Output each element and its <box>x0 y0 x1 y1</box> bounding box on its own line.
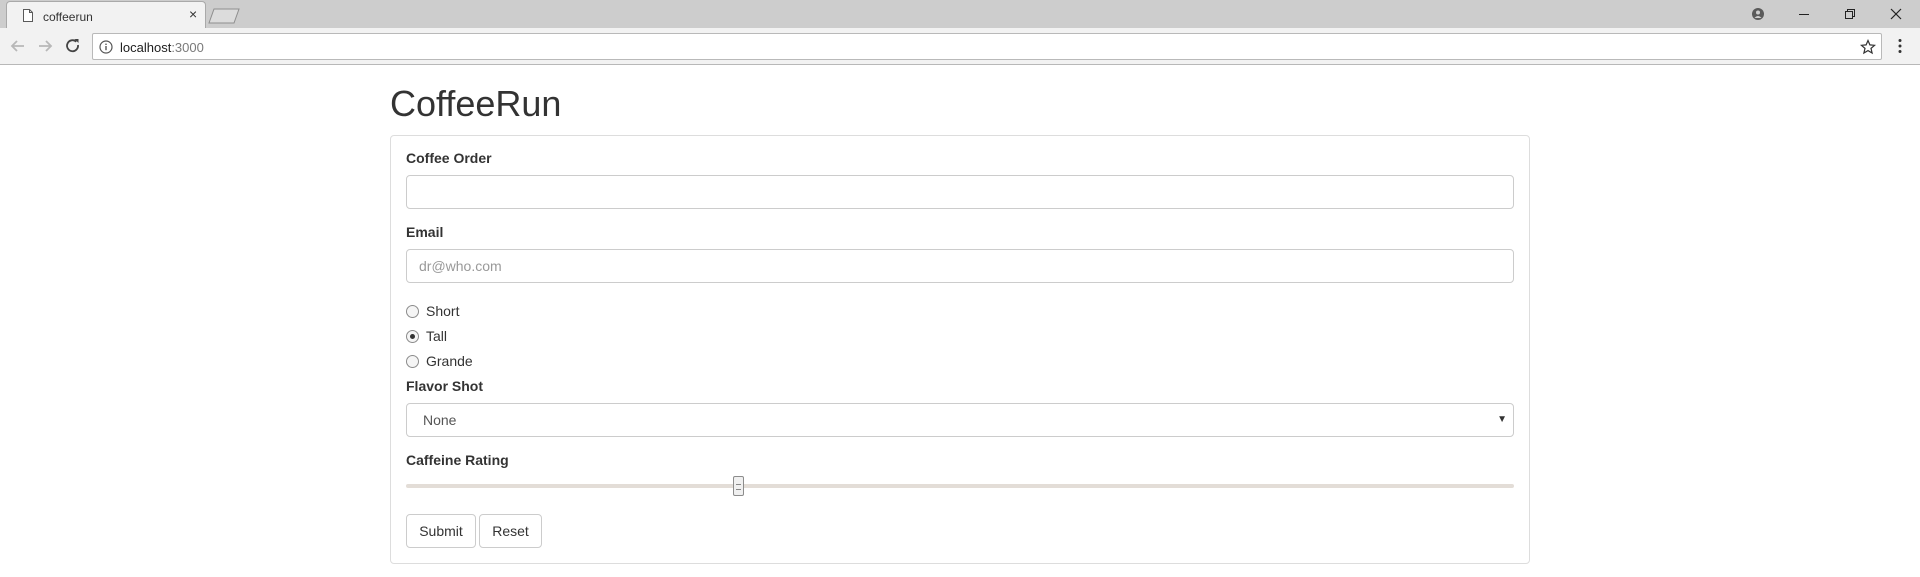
coffee-order-input[interactable] <box>406 175 1514 209</box>
close-icon <box>1890 8 1902 20</box>
dropdown-arrow-icon: ▼ <box>1497 414 1507 425</box>
address-bar[interactable]: localhost:3000 <box>92 33 1882 60</box>
submit-button[interactable]: Submit <box>406 514 476 548</box>
url-port: :3000 <box>171 40 204 55</box>
email-label: Email <box>406 224 444 240</box>
back-arrow-icon[interactable] <box>9 37 27 55</box>
coffee-order-label: Coffee Order <box>406 150 492 166</box>
page-icon <box>23 9 33 22</box>
account-icon <box>1752 8 1764 20</box>
slider-track[interactable] <box>406 484 1514 488</box>
profile-button[interactable] <box>1736 0 1780 28</box>
url-text: localhost:3000 <box>120 40 204 55</box>
reload-icon[interactable] <box>64 37 82 55</box>
radio-label-grande: Grande <box>426 353 473 369</box>
tab-title: coffeerun <box>43 10 93 24</box>
browser-toolbar: localhost:3000 <box>0 28 1920 65</box>
radio-short[interactable] <box>406 305 419 318</box>
close-window-button[interactable] <box>1874 0 1918 28</box>
radio-tall[interactable] <box>406 330 419 343</box>
browser-tab[interactable]: coffeerun × <box>6 1 206 28</box>
slider-thumb[interactable] <box>733 476 745 496</box>
more-menu-icon[interactable] <box>1898 38 1902 54</box>
restore-icon <box>1845 9 1855 19</box>
radio-grande[interactable] <box>406 355 419 368</box>
caffeine-rating-label: Caffeine Rating <box>406 452 509 468</box>
flavor-shot-select[interactable]: None ▼ <box>406 403 1514 437</box>
minimize-icon <box>1799 14 1809 15</box>
info-icon[interactable] <box>99 40 113 54</box>
forward-arrow-icon[interactable] <box>36 37 54 55</box>
order-form-panel: Coffee Order Email Short Tall Grande Fla… <box>390 135 1530 564</box>
flavor-selected-value: None <box>423 412 457 428</box>
page-title: CoffeeRun <box>390 83 562 124</box>
tab-close-icon[interactable]: × <box>189 7 197 21</box>
flavor-shot-label: Flavor Shot <box>406 378 484 394</box>
minimize-button[interactable] <box>1782 0 1826 28</box>
browser-tabstrip: coffeerun × <box>0 0 1920 28</box>
radio-label-tall: Tall <box>426 328 448 344</box>
page-viewport: CoffeeRun Coffee Order Email Short Tall … <box>0 66 1920 577</box>
caffeine-rating-slider[interactable] <box>406 476 1514 496</box>
restore-button[interactable] <box>1828 0 1872 28</box>
url-host: localhost <box>120 40 172 55</box>
email-input[interactable] <box>406 249 1514 283</box>
radio-label-short: Short <box>426 303 460 319</box>
bookmark-star-icon[interactable] <box>1860 39 1876 55</box>
reset-button[interactable]: Reset <box>479 514 542 548</box>
new-tab-button[interactable] <box>208 8 240 24</box>
